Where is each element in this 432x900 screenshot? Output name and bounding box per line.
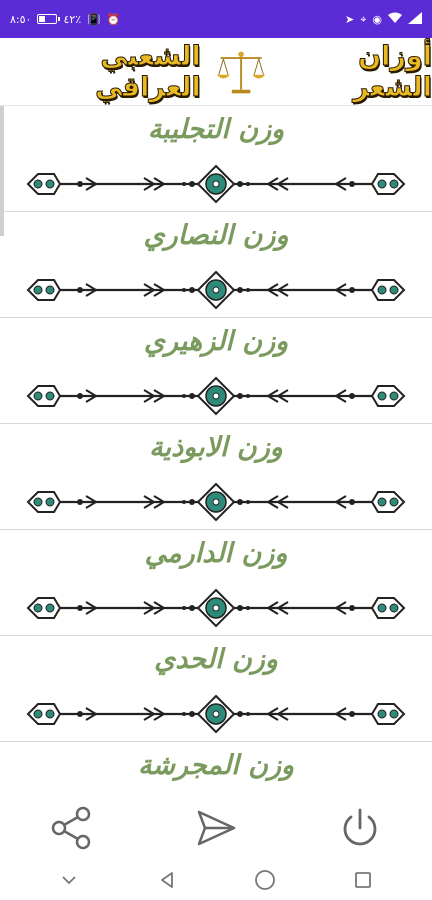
recents-icon	[355, 872, 371, 888]
ornament-center	[182, 482, 250, 522]
ornament-end-left	[26, 279, 62, 301]
wifi-icon	[388, 12, 402, 26]
power-button[interactable]	[333, 801, 387, 855]
ornament-end-left	[26, 385, 62, 407]
vibrate-icon: 📳	[87, 12, 101, 26]
ornament-divider	[26, 694, 406, 734]
ornament-center	[182, 376, 250, 416]
list-item[interactable]: وزن التجليبة	[0, 106, 432, 212]
list-item[interactable]: وزن الحدي	[0, 636, 432, 742]
ornament-end-left	[26, 173, 62, 195]
chevron-down-icon	[62, 876, 76, 885]
battery-icon	[37, 14, 61, 24]
list-item[interactable]: وزن المجرشة	[0, 742, 432, 796]
ornament-end-right	[370, 173, 406, 195]
status-bar: ٨:٥٠ ٤٢٪ 📳 ⏰ ➤ ⌖ ◉	[0, 0, 432, 38]
send-button[interactable]	[189, 801, 243, 855]
header-title-second: الشعبي العراقي	[95, 40, 202, 103]
ornament-end-left	[26, 703, 62, 725]
ornament-divider	[26, 376, 406, 416]
ornament-divider	[26, 482, 406, 522]
bottom-toolbar	[0, 796, 432, 860]
back-button[interactable]	[147, 865, 187, 895]
list-item-label: وزن الزهيري	[143, 326, 289, 357]
back-icon	[161, 872, 173, 888]
ornament-divider	[26, 164, 406, 204]
hide-nav-button[interactable]	[49, 865, 89, 895]
location-icon: ⌖	[360, 12, 367, 26]
send-status-icon: ➤	[344, 12, 355, 26]
list-item-label: وزن الابوذية	[149, 432, 283, 463]
list-item[interactable]: وزن الدارمي	[0, 530, 432, 636]
app-header: أوزان الشعر الشعبي العراقي	[0, 38, 432, 106]
ornament-divider	[26, 588, 406, 628]
list-item-label: وزن المجرشة	[137, 750, 295, 781]
status-right: ➤ ⌖ ◉	[345, 12, 422, 26]
list-item[interactable]: وزن النصاري	[0, 212, 432, 318]
system-nav-bar	[0, 860, 432, 900]
list-item[interactable]: وزن الابوذية	[0, 424, 432, 530]
ornament-center	[182, 694, 250, 734]
ornament-divider	[26, 270, 406, 310]
list-item-label: وزن الدارمي	[144, 538, 288, 569]
ornament-end-right	[370, 491, 406, 513]
ornament-end-right	[370, 703, 406, 725]
list-item-label: وزن النصاري	[143, 220, 289, 251]
ornament-end-right	[370, 385, 406, 407]
share-icon	[51, 806, 91, 850]
ornament-end-left	[26, 597, 62, 619]
ornament-end-right	[370, 279, 406, 301]
hotspot-icon: ◉	[372, 12, 382, 26]
list-item[interactable]: وزن الزهيري	[0, 318, 432, 424]
list-item-label: وزن التجليبة	[147, 114, 285, 145]
send-icon	[197, 810, 236, 846]
list-item-label: وزن الحدي	[154, 644, 278, 675]
status-left: ٨:٥٠ ٤٢٪ 📳 ⏰	[10, 14, 121, 25]
status-time: ٨:٥٠	[10, 12, 32, 26]
meter-list[interactable]: وزن التجليبة وزن النصاري وزن الزهيري وزن…	[0, 106, 432, 796]
header-title-first: أوزان الشعر	[353, 40, 432, 103]
ornament-center	[182, 164, 250, 204]
scrollbar-thumb[interactable]	[0, 106, 4, 236]
home-icon	[255, 870, 275, 890]
recents-button[interactable]	[343, 865, 383, 895]
ornament-end-right	[370, 597, 406, 619]
ornament-center	[182, 270, 250, 310]
share-button[interactable]	[45, 801, 99, 855]
power-icon	[343, 808, 377, 846]
signal-icon	[408, 12, 422, 26]
alarm-icon: ⏰	[106, 12, 121, 26]
home-button[interactable]	[245, 865, 285, 895]
scales-of-justice-icon	[216, 51, 266, 93]
ornament-end-left	[26, 491, 62, 513]
ornament-center	[182, 588, 250, 628]
battery-percent: ٤٢٪	[63, 12, 82, 26]
